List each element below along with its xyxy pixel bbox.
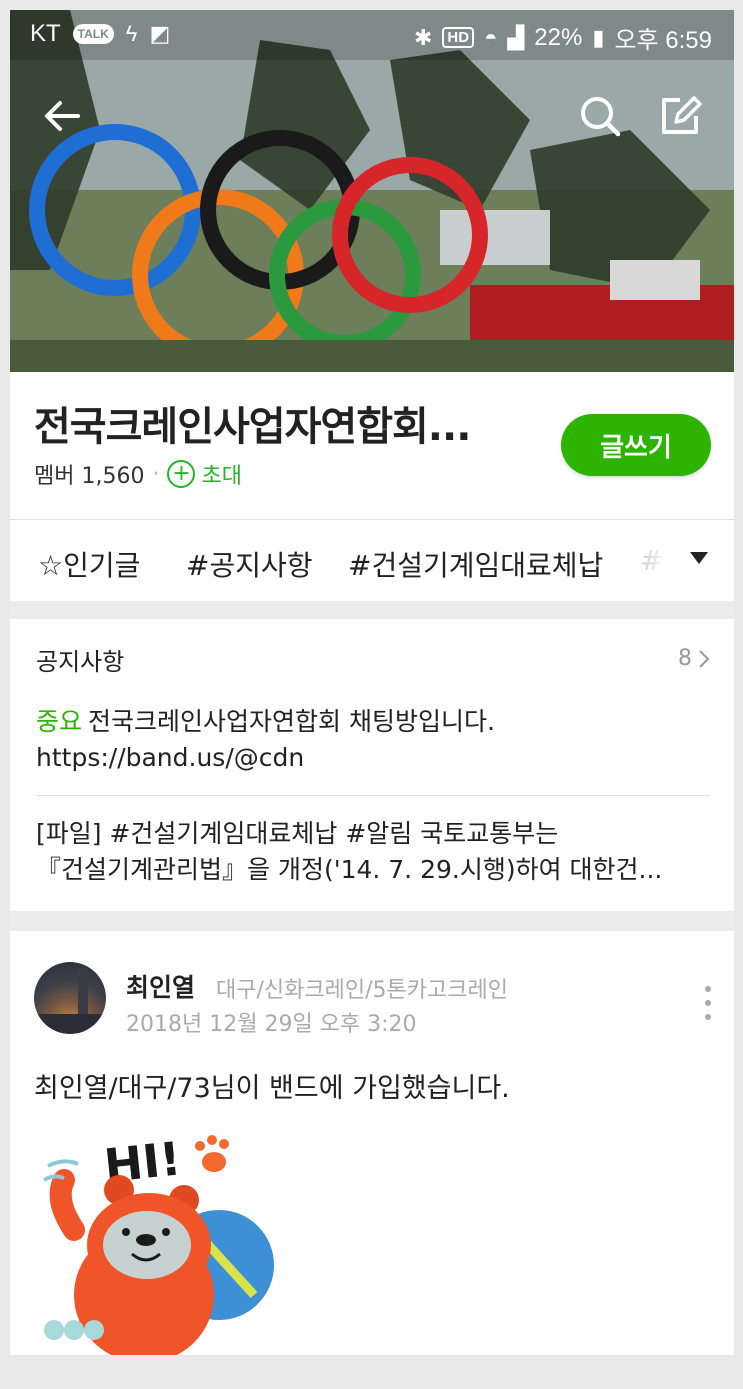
invite-button[interactable]: + 초대 — [167, 458, 242, 490]
post-body[interactable]: 최인열/대구/73님이 밴드에 가입했습니다. — [34, 1066, 510, 1105]
back-arrow-icon — [45, 101, 80, 131]
important-badge: 중요 — [36, 707, 83, 736]
notice-item2-line1: [파일] #건설기계임대료체납 #알림 국토교통부는 — [36, 819, 559, 848]
lightning-icon: ϟ — [125, 21, 138, 46]
status-bar: KT TALK ϟ ◩ ✱ HD ◓ ▟ 22% ▮ 오후 6:59 — [10, 10, 734, 60]
more-vertical-icon[interactable] — [704, 986, 712, 1020]
post-date: 2018년 12월 29일 오후 3:20 — [126, 1012, 417, 1037]
notice-count-link[interactable]: 8 — [678, 646, 710, 671]
search-button[interactable] — [576, 92, 624, 140]
bluetooth-icon: ✱ — [413, 24, 433, 50]
cover-illustration — [10, 10, 734, 372]
hi-bear-sticker[interactable]: HI! — [34, 1120, 284, 1355]
post-author[interactable]: 최인열 — [126, 968, 195, 1004]
hashtag-bar[interactable]: ☆인기글 #공지사항 #건설기계임대료체납 # — [10, 520, 734, 600]
battery-icon: ▮ — [592, 24, 605, 50]
chevron-right-icon — [699, 649, 710, 668]
section-gap — [10, 601, 734, 619]
avatar-photo — [34, 968, 106, 1034]
notice-heading[interactable]: 공지사항 — [36, 642, 124, 677]
tags-fade — [630, 520, 680, 600]
notice-item1-link[interactable]: https://band.us/@cdn — [36, 740, 716, 776]
band-cover-image: KT TALK ϟ ◩ ✱ HD ◓ ▟ 22% ▮ 오후 6:59 — [10, 10, 734, 372]
band-title[interactable]: 전국크레인사업자연합회... — [34, 394, 504, 452]
tag-popular[interactable]: ☆인기글 — [38, 544, 140, 584]
dropdown-triangle-icon[interactable] — [690, 552, 708, 564]
tag-construction-rent[interactable]: #건설기계임대료체납 — [348, 544, 603, 584]
back-button[interactable] — [38, 92, 86, 140]
plus-circle-icon: + — [167, 460, 196, 488]
activity-icon: ◩ — [149, 21, 171, 46]
search-icon — [581, 97, 621, 137]
notice-count: 8 — [678, 646, 692, 671]
post-author-info: 대구/신화크레인/5톤카고크레인 — [216, 978, 508, 1003]
wifi-icon: ◓ — [484, 24, 498, 50]
app-frame: KT TALK ϟ ◩ ✱ HD ◓ ▟ 22% ▮ 오후 6:59 전국크레인… — [10, 10, 734, 1355]
notice-item1-text: 전국크레인사업자연합회 채팅방입니다. — [88, 707, 495, 736]
notice-item2-line2: 『건설기계관리법』을 개정('14. 7. 29.시행)하여 대한건... — [36, 855, 663, 884]
write-post-button[interactable]: 글쓰기 — [561, 414, 711, 476]
meta-separator: · — [152, 461, 160, 487]
kakaotalk-icon: TALK — [72, 24, 114, 44]
invite-label: 초대 — [201, 464, 242, 489]
avatar[interactable] — [34, 962, 106, 1034]
carrier-label: KT — [30, 20, 61, 47]
section-gap — [10, 911, 734, 931]
edit-icon — [662, 96, 702, 134]
compose-button[interactable] — [656, 92, 704, 140]
notice-item-file[interactable]: [파일] #건설기계임대료체납 #알림 국토교통부는 『건설기계관리법』을 개정… — [36, 816, 716, 888]
notice-divider — [36, 795, 710, 796]
battery-percent: 22% — [534, 23, 583, 51]
signal-icon: ▟ — [507, 24, 525, 50]
band-meta: 멤버 1,560 · + 초대 — [34, 458, 242, 490]
clock: 오후 6:59 — [614, 27, 712, 54]
bear-sticker-image: HI! — [42, 1131, 274, 1355]
notice-item-important[interactable]: 중요 전국크레인사업자연합회 채팅방입니다. https://band.us/@c… — [36, 704, 716, 776]
tag-notice[interactable]: #공지사항 — [186, 544, 313, 584]
hd-icon: HD — [442, 27, 475, 48]
member-count[interactable]: 멤버 1,560 — [34, 458, 144, 490]
